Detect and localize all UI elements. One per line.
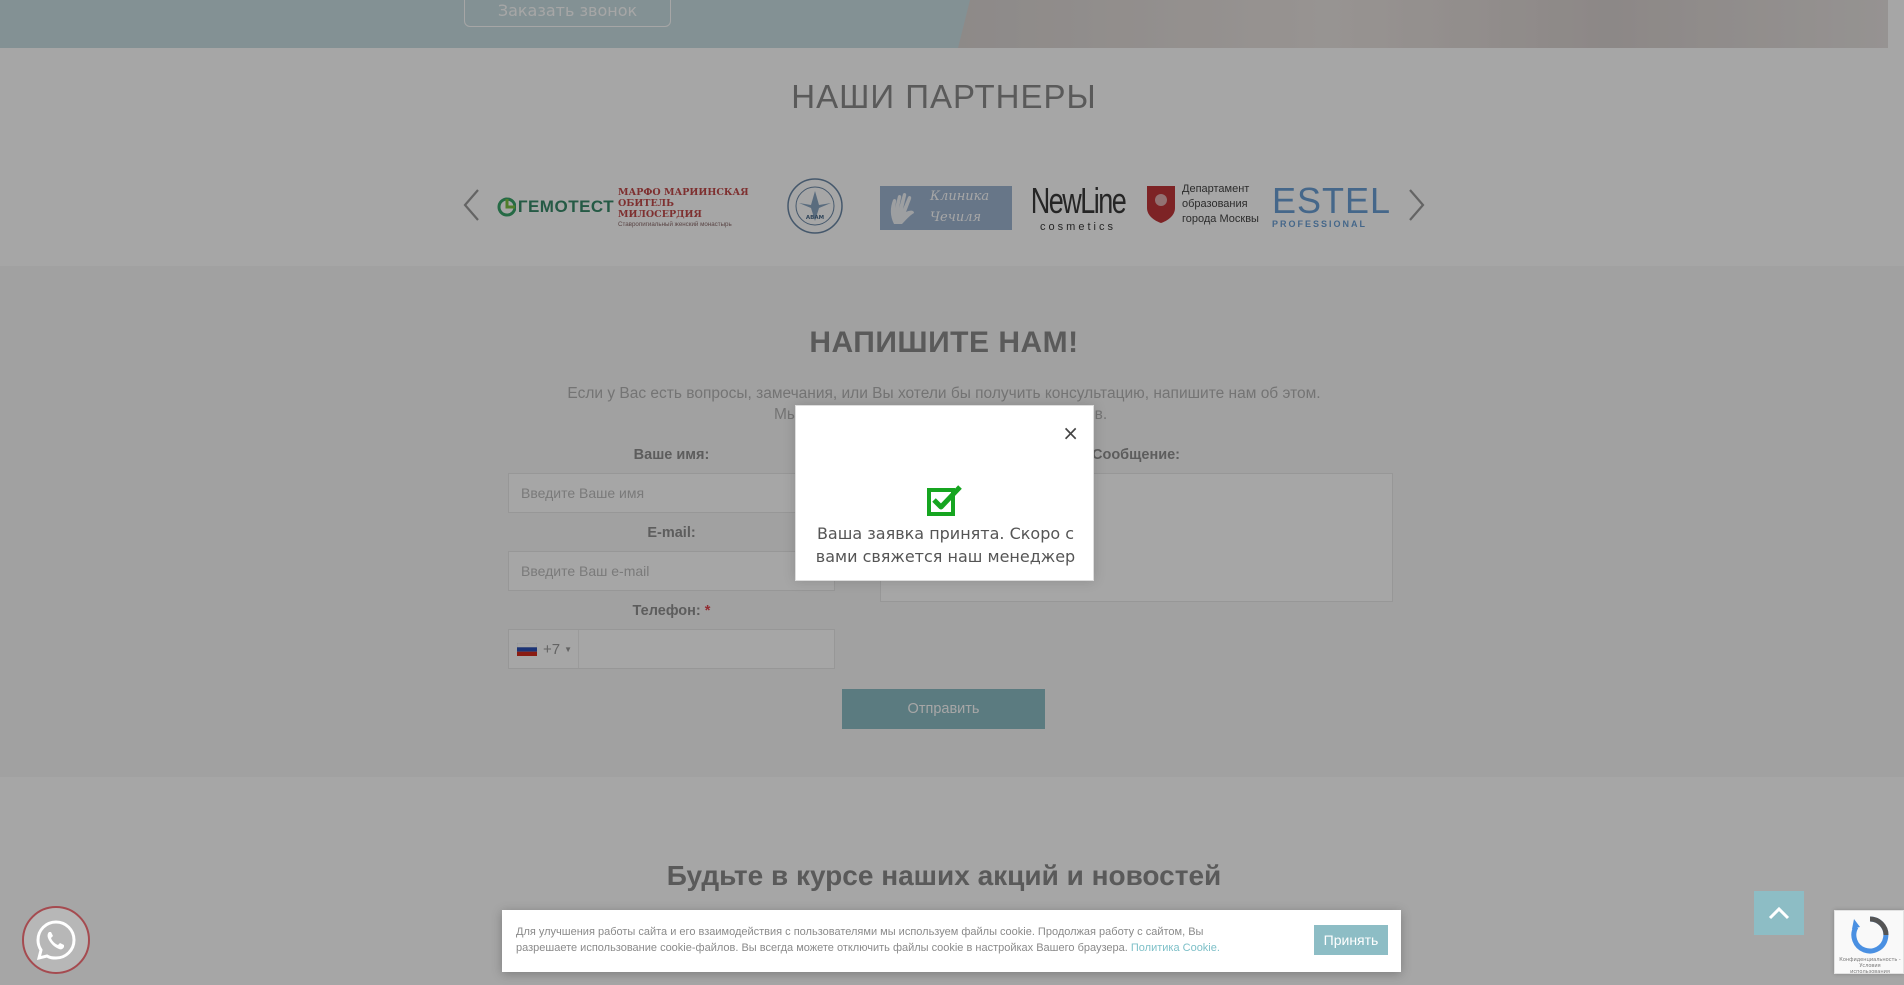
whatsapp-button[interactable] — [22, 906, 90, 974]
cookie-text-line1: Для улучшения работы сайта и его взаимод… — [516, 926, 1204, 938]
newline-logo-line2: cosmetics — [1040, 221, 1116, 233]
estel-logo-line2: PROFESSIONAL — [1272, 219, 1368, 229]
hand-icon — [890, 192, 914, 224]
avam-logo-text: АВАМ — [805, 215, 825, 221]
hero-banner: Заказать звонок — [0, 0, 1888, 48]
success-modal: × Ваша заявка принята. Скоро с вами свяж… — [795, 405, 1094, 581]
chevron-left-icon[interactable] — [460, 187, 484, 223]
recaptcha-icon — [1851, 916, 1889, 954]
cookie-text: Для улучшения работы сайта и его взаимод… — [516, 924, 1286, 956]
partner-logo-gemotest[interactable]: ГЕМОТЕСТ — [490, 192, 620, 222]
modal-message: Ваша заявка принята. Скоро с вами свяжет… — [796, 522, 1095, 568]
partner-logo-moscow-education[interactable]: Департамент образования города Москвы — [1145, 180, 1270, 228]
callback-button[interactable]: Заказать звонок — [464, 0, 671, 27]
required-asterisk: * — [704, 603, 711, 619]
partners-title: НАШИ ПАРТНЕРЫ — [791, 78, 1097, 115]
newline-logo-line1: NewLine — [1030, 180, 1127, 221]
name-label: Ваше имя: — [633, 447, 710, 463]
news-title: Будьте в курсе наших акций и новостей — [666, 860, 1222, 891]
modal-message-line1: Ваша заявка принята. Скоро с — [816, 524, 1075, 543]
gemotest-logo-text: ГЕМОТЕСТ — [517, 197, 615, 216]
chevron-right-icon[interactable] — [1404, 187, 1428, 223]
country-code-select[interactable]: +7 ▼ — [509, 630, 580, 668]
marfo-logo-line1: МАРФО МАРИИНСКАЯ — [618, 186, 749, 198]
phone-field[interactable]: +7 ▼ — [508, 629, 835, 669]
name-input[interactable] — [508, 473, 835, 513]
cookie-banner: Для улучшения работы сайта и его взаимод… — [502, 910, 1401, 972]
email-label: E-mail: — [647, 525, 696, 541]
phone-label-text: Телефон: — [632, 603, 701, 619]
arrow-up-icon — [1768, 906, 1790, 920]
cookie-policy-link[interactable]: Политика Cookie. — [1131, 942, 1220, 954]
contact-title: НАПИШИТЕ НАМ! — [809, 326, 1079, 359]
message-label: Сообщение: — [1092, 447, 1181, 463]
contact-description-line1: Если у Вас есть вопросы, замечания, или … — [567, 385, 1321, 402]
moscow-logo-line3: города Москвы — [1182, 212, 1259, 225]
moscow-logo-line2: образования — [1182, 197, 1248, 210]
estel-logo-line1: ESTEL — [1272, 180, 1392, 221]
chechil-logo-line1: Клиника — [930, 189, 990, 204]
cookie-text-line2: разрешаете использование cookie-файлов. … — [516, 942, 1128, 954]
email-input[interactable] — [508, 551, 835, 591]
phone-country-code: +7 — [543, 640, 561, 658]
avam-emblem-icon — [787, 178, 843, 234]
moscow-logo-line1: Департамент — [1182, 182, 1250, 195]
submit-button[interactable]: Отправить — [842, 689, 1045, 729]
partner-logo-chechil-clinic[interactable]: Клиника Чечиля — [880, 186, 1012, 230]
partner-logo-newline[interactable]: NewLine cosmetics — [1028, 174, 1128, 240]
marfo-logo-line2: ОБИТЕЛЬ МИЛОСЕРДИЯ — [618, 197, 702, 220]
partner-logo-avam[interactable]: АВАМ — [785, 176, 845, 236]
marfo-logo-line3: Ставропигиальный женский монастырь — [618, 220, 732, 228]
whatsapp-icon — [36, 920, 76, 961]
recaptcha-text: Конфиденциальность - Условия использован… — [1839, 957, 1901, 975]
partner-logo-marfo[interactable]: МАРФО МАРИИНСКАЯ ОБИТЕЛЬ МИЛОСЕРДИЯ Став… — [618, 186, 753, 228]
modal-message-line2: вами свяжется наш менеджер — [815, 547, 1076, 566]
cookie-accept-button[interactable]: Принять — [1314, 925, 1388, 955]
scroll-to-top-button[interactable] — [1754, 891, 1804, 935]
recaptcha-badge[interactable]: Конфиденциальность - Условия использован… — [1834, 910, 1904, 975]
russia-flag-icon — [517, 642, 537, 656]
partner-logo-estel[interactable]: ESTEL PROFESSIONAL — [1272, 182, 1402, 230]
hero-photo — [958, 0, 1888, 48]
gemotest-logo-icon — [497, 197, 516, 217]
chevron-down-icon: ▼ — [564, 644, 573, 654]
check-icon — [927, 485, 962, 516]
chechil-logo-line2: Чечиля — [930, 210, 982, 225]
phone-label: Телефон: * — [508, 603, 835, 619]
close-icon[interactable]: × — [1062, 423, 1079, 443]
moscow-coat-of-arms-icon — [1147, 186, 1175, 223]
